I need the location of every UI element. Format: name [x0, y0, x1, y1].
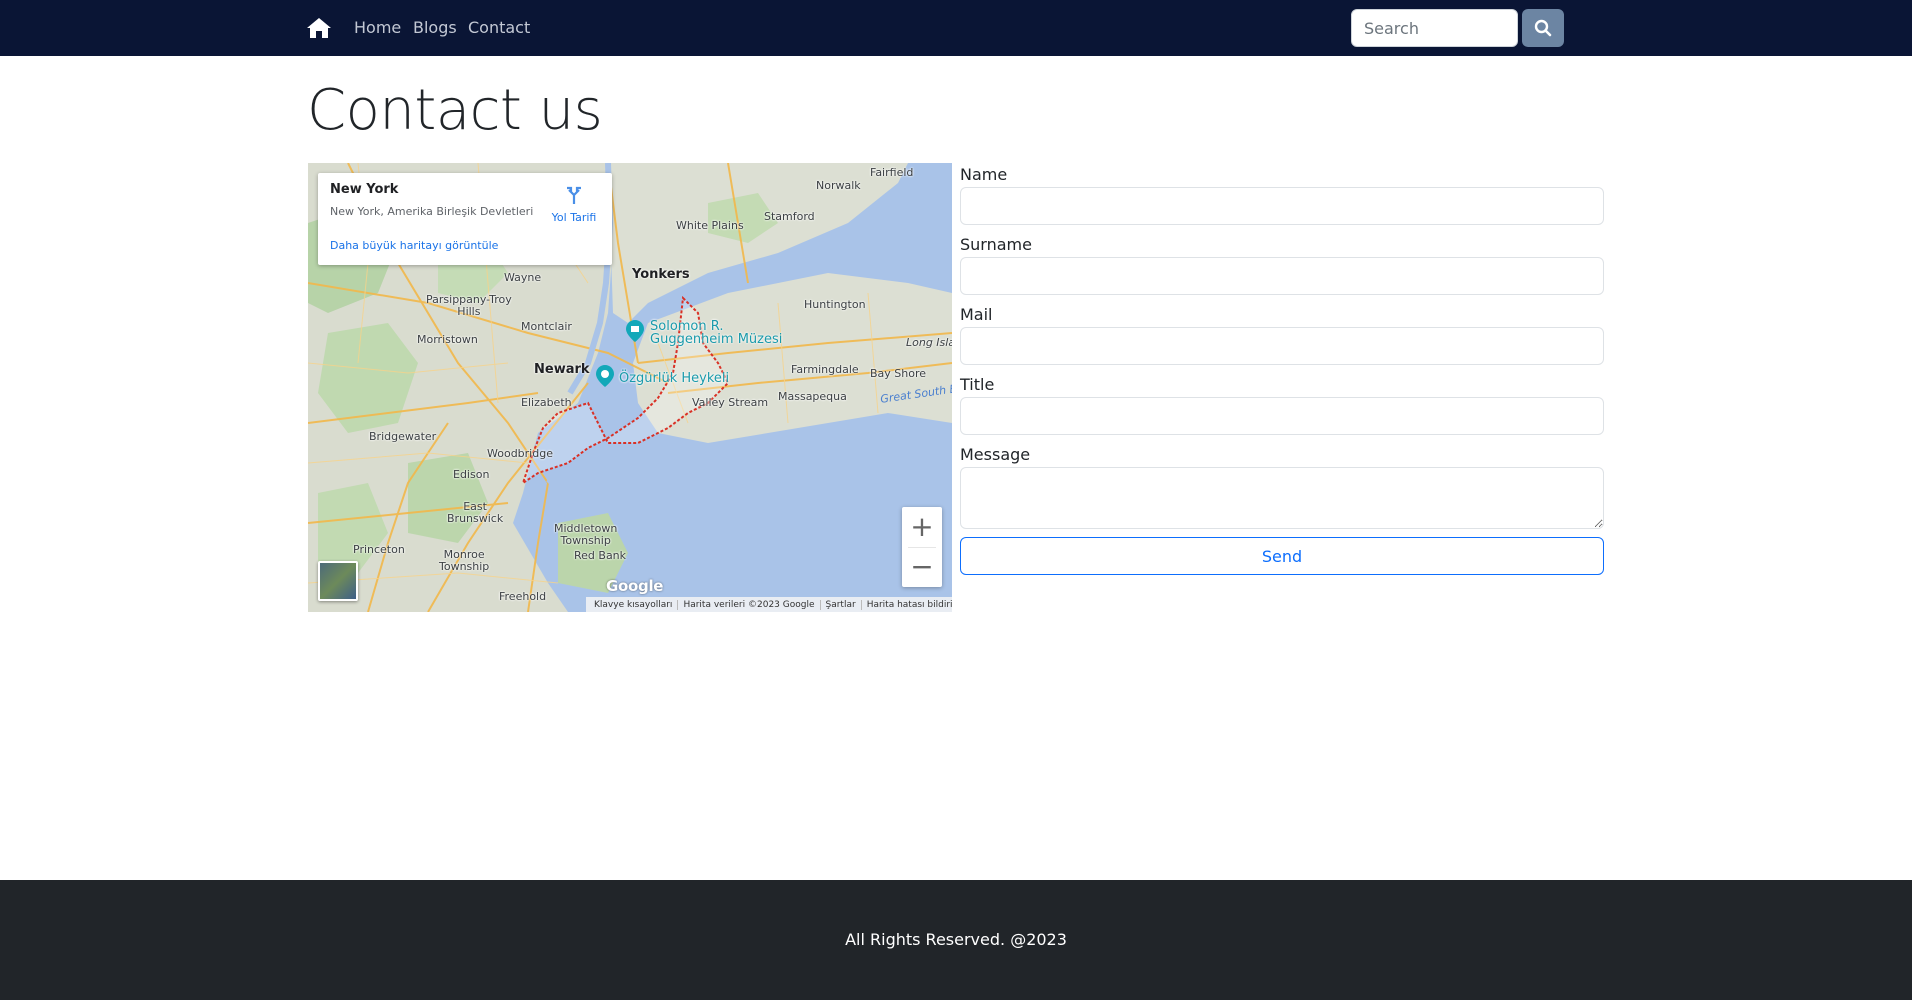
title-input[interactable] — [960, 397, 1604, 435]
magnifier-icon — [1534, 19, 1552, 37]
map-embed[interactable]: Fairfield Norwalk White Plains Stamford … — [308, 163, 952, 612]
map-label: Princeton — [353, 543, 405, 556]
map-label: Wayne — [504, 271, 542, 284]
map-label: Valley Stream — [692, 396, 769, 409]
footer-copyright: All Rights Reserved. @2023 — [845, 930, 1067, 949]
surname-input[interactable] — [960, 257, 1604, 295]
map-label: Montclair — [521, 320, 572, 333]
map-place-card: New York New York, Amerika Birleşik Devl… — [318, 173, 612, 265]
map-label: Edison — [453, 468, 490, 481]
report-error-link[interactable]: Harita hatası bildirin — [862, 600, 952, 610]
map-label: Woodbridge — [487, 447, 553, 460]
message-label: Message — [960, 445, 1031, 464]
map-label: Parsippany-Troy Hills — [426, 293, 512, 318]
map-label: Red Bank — [574, 549, 627, 562]
search-button[interactable] — [1522, 9, 1564, 47]
zoom-control: + − — [902, 507, 942, 587]
directions-button[interactable]: Yol Tarifi — [544, 185, 604, 224]
nav-link-blogs[interactable]: Blogs — [413, 18, 457, 38]
zoom-in-button[interactable]: + — [902, 507, 942, 547]
footer: All Rights Reserved. @2023 — [0, 880, 1912, 1000]
page-title: Contact us — [307, 78, 603, 143]
map-label: Long Isla — [906, 336, 952, 349]
mail-label: Mail — [960, 305, 993, 324]
map-label: Norwalk — [816, 179, 861, 192]
nav-link-home[interactable]: Home — [354, 18, 401, 38]
larger-map-link[interactable]: Daha büyük haritayı görüntüle — [330, 239, 498, 252]
map-label: Morristown — [417, 333, 478, 346]
map-label: White Plains — [676, 219, 744, 232]
museum-pin-icon[interactable] — [626, 320, 644, 342]
map-label: Bay Shore — [870, 367, 927, 380]
home-icon[interactable] — [306, 16, 332, 40]
satellite-toggle[interactable] — [318, 561, 358, 601]
name-input[interactable] — [960, 187, 1604, 225]
name-label: Name — [960, 165, 1008, 184]
map-label: Huntington — [804, 298, 866, 311]
map-label: Farmingdale — [791, 363, 859, 376]
google-logo: Google — [606, 577, 664, 595]
map-label: Elizabeth — [521, 396, 572, 409]
keyboard-shortcuts-link[interactable]: Klavye kısayolları — [589, 599, 679, 610]
title-label: Title — [960, 375, 995, 394]
map-data-text: Harita verileri ©2023 Google — [678, 599, 821, 610]
map-label-poi: Özgürlük Heykeli — [619, 371, 730, 386]
map-label: Freehold — [499, 590, 547, 603]
mail-input[interactable] — [960, 327, 1604, 365]
place-title: New York — [330, 182, 399, 197]
map-label: East Brunswick — [447, 500, 504, 525]
map-label: Massapequa — [778, 390, 847, 403]
nav-link-contact[interactable]: Contact — [468, 18, 530, 38]
map-label: Monroe Township — [439, 548, 490, 573]
map-label: Fairfield — [870, 166, 914, 179]
map-label-poi: Solomon R. Guggenheim Müzesi — [650, 319, 783, 347]
zoom-out-button[interactable]: − — [902, 547, 942, 587]
map-attribution: Klavye kısayolları Harita verileri ©2023… — [586, 597, 952, 612]
terms-link[interactable]: Şartlar — [821, 599, 862, 610]
map-label: Bridgewater — [369, 430, 437, 443]
search-input[interactable] — [1351, 9, 1518, 47]
send-button[interactable]: Send — [960, 537, 1604, 575]
place-address: New York, Amerika Birleşik Devletleri — [330, 205, 534, 218]
message-textarea[interactable] — [960, 467, 1604, 529]
directions-icon — [567, 186, 581, 204]
navbar: Home Blogs Contact — [0, 0, 1912, 56]
landmark-pin-icon[interactable] — [596, 365, 614, 387]
directions-label: Yol Tarifi — [551, 211, 597, 224]
map-label: Stamford — [764, 210, 815, 223]
map-label: Newark — [534, 362, 590, 377]
map-label: Yonkers — [632, 267, 690, 282]
map-label: Middletown Township — [554, 522, 618, 547]
surname-label: Surname — [960, 235, 1032, 254]
